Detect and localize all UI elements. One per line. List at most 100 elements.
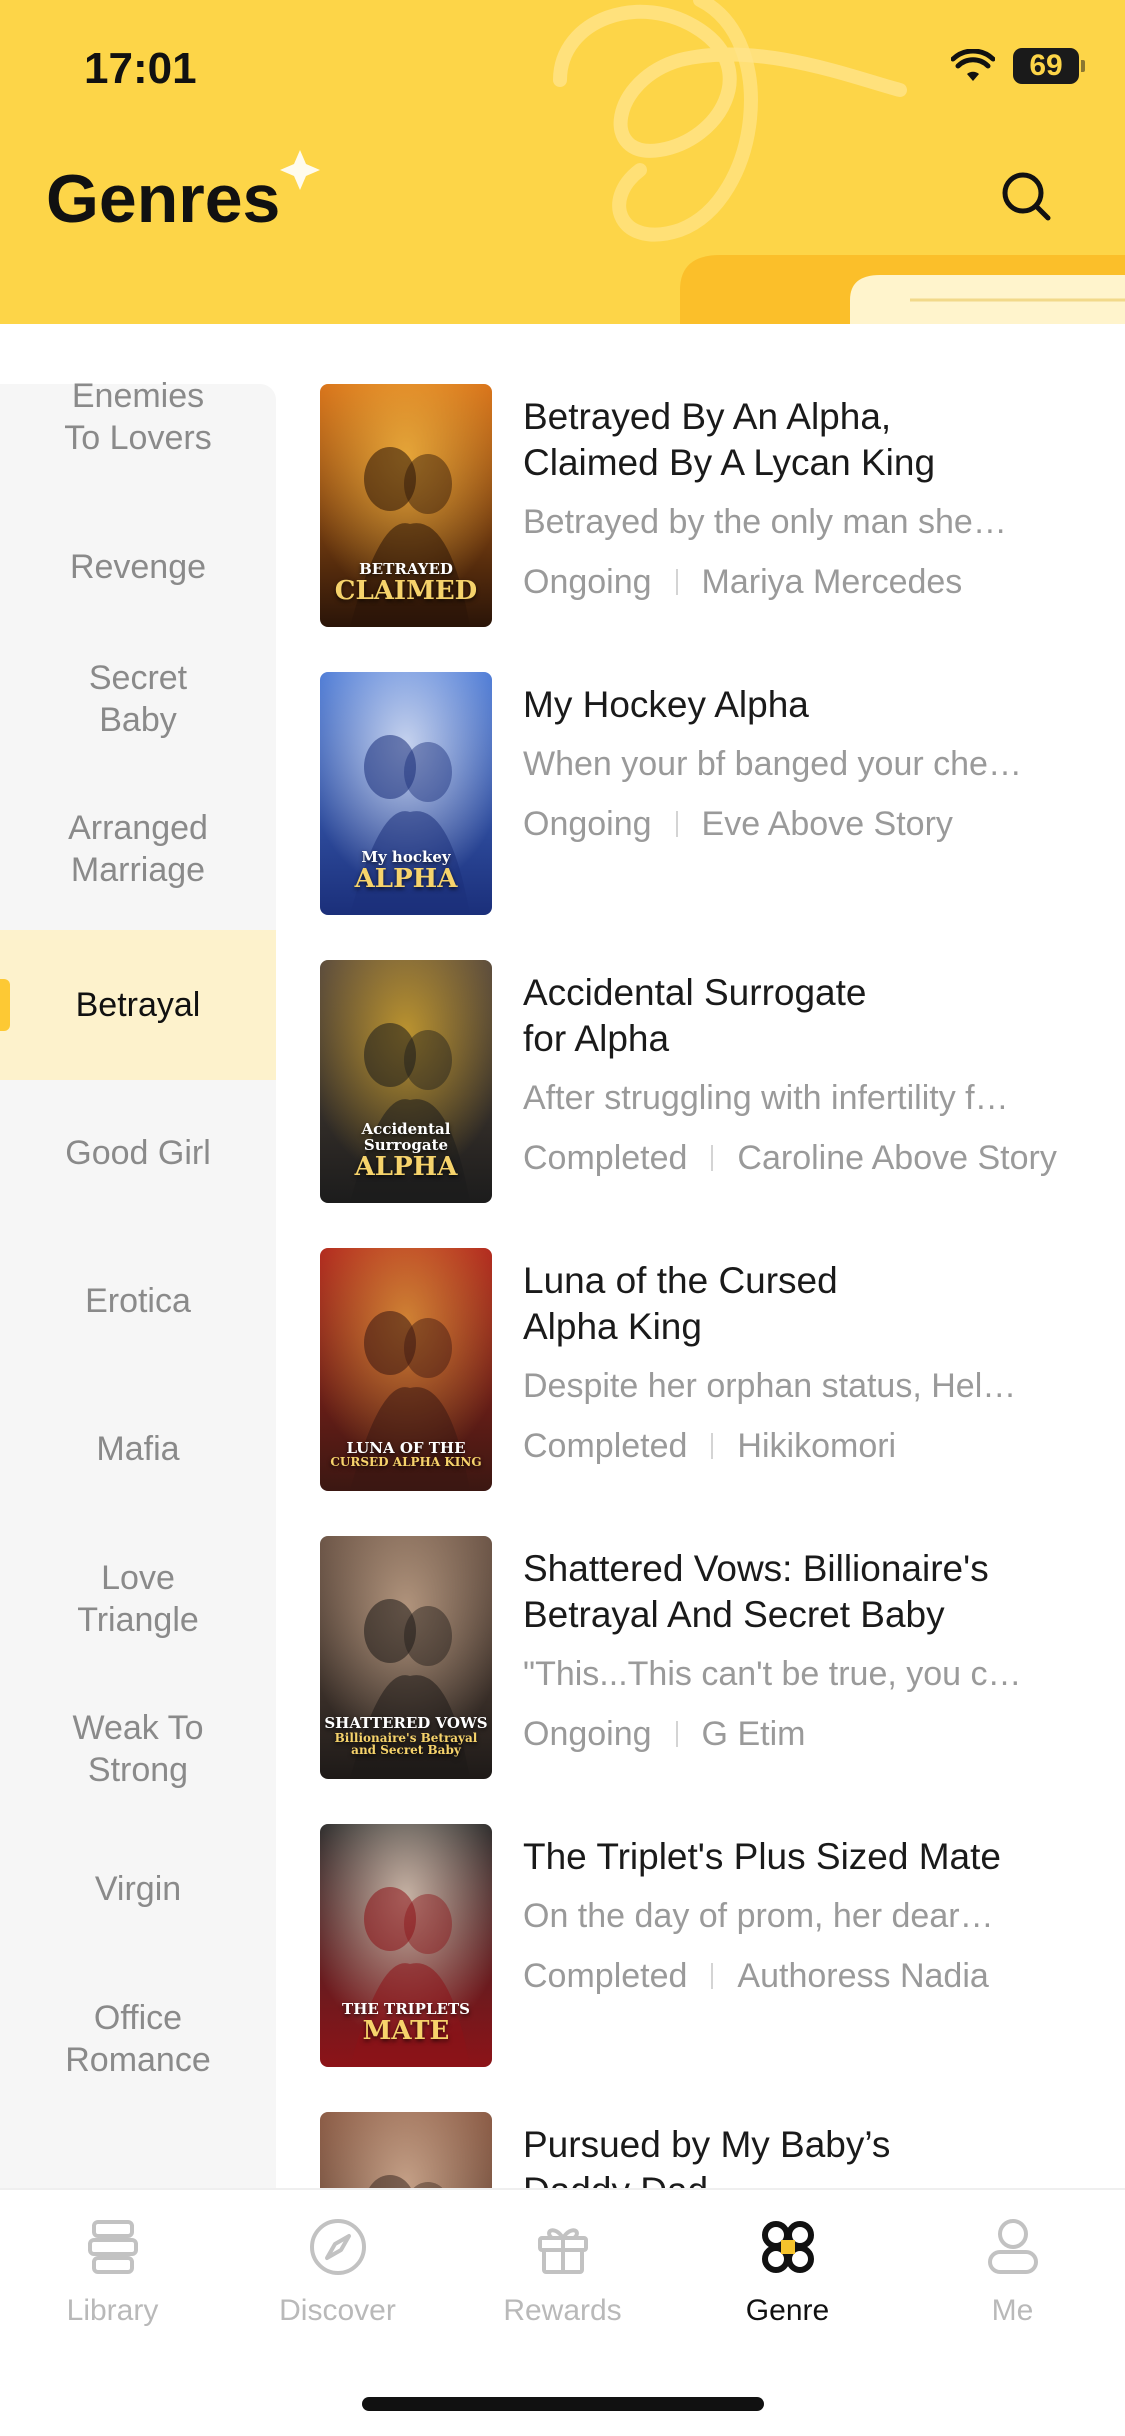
tab-genre[interactable]: Genre [675, 2214, 900, 2344]
profile-icon [987, 2219, 1038, 2274]
genre-item[interactable]: Enemies To Lovers [0, 342, 276, 492]
book-author: Eve Above Story [701, 805, 953, 843]
genre-item[interactable]: Revenge [0, 492, 276, 642]
genre-item[interactable]: Weak To Strong [0, 1674, 276, 1824]
book-info: My Hockey Alpha When your bf banged your … [523, 682, 1123, 846]
cover-title-line2: ALPHA [354, 1151, 458, 1182]
search-icon [1002, 172, 1051, 221]
genre-label: Arranged Marriage [68, 809, 208, 889]
book-title[interactable]: Betrayed By An Alpha, Claimed By A Lycan … [523, 394, 1123, 486]
book-description: On the day of prom, her dear… [523, 1897, 994, 1935]
book-item[interactable]: Pursued by My Baby’sDaddy Dad [320, 2112, 1120, 2190]
book-meta: Ongoing G Etim [523, 1712, 1123, 1756]
battery-level: 69 [1029, 49, 1063, 82]
book-item[interactable]: My hockey ALPHA My Hockey Alpha When your b… [320, 672, 1120, 932]
genre-label: Erotica [85, 1282, 191, 1320]
cover-title: THE TRIPLETS MATE [324, 2001, 488, 2046]
book-title[interactable]: The Triplet's Plus Sized Mate [523, 1834, 1123, 1880]
book-description: When your bf banged your che… [523, 745, 1022, 783]
book-title[interactable]: Shattered Vows: Billionaire's Betrayal An… [523, 1546, 1123, 1638]
book-meta: Completed Authoress Nadia [523, 1954, 1123, 1998]
genre-label: Weak To Strong [72, 1709, 204, 1789]
compass-icon [309, 2219, 366, 2275]
cover-title-line2: Billionaire's Betrayal and Secret Baby [334, 1730, 478, 1758]
genre-item[interactable]: Virgin [0, 1814, 276, 1964]
book-info: Pursued by My Baby’sDaddy Dad [523, 2122, 1123, 2190]
genre-label: Enemies To Lovers [64, 377, 212, 457]
tab-discover[interactable]: Discover [225, 2214, 450, 2344]
book-info: Shattered Vows: Billionaire's Betrayal An… [523, 1546, 1123, 1756]
tab-rewards[interactable]: Rewards [450, 2214, 675, 2344]
book-author: Mariya Mercedes [701, 563, 963, 601]
book-cover[interactable]: BETRAYED CLAIMED [320, 384, 492, 627]
genre-item[interactable]: Secret Baby [0, 624, 276, 774]
battery-icon: 69 [1013, 48, 1085, 84]
cover-title: BETRAYED CLAIMED [324, 561, 488, 606]
book-meta: Ongoing Eve Above Story [523, 802, 1123, 846]
wifi-icon [951, 49, 995, 81]
tab-label: Library [66, 2294, 159, 2327]
book-item[interactable]: Accidental Surrogate ALPHA Accidental Surr… [320, 960, 1120, 1220]
gift-icon [537, 2228, 588, 2274]
book-cover[interactable]: My hockey ALPHA [320, 672, 492, 915]
book-item[interactable]: LUNA OF THE CURSED ALPHA KING Luna of the … [320, 1248, 1120, 1508]
book-cover[interactable]: Accidental Surrogate ALPHA [320, 960, 492, 1203]
book-title[interactable]: Luna of the Cursed Alpha King [523, 1258, 1123, 1350]
genre-label: Good Girl [65, 1134, 211, 1172]
search-button[interactable] [994, 164, 1058, 228]
cover-title-line2: MATE [362, 2015, 450, 2046]
book-status: Completed [523, 1957, 688, 1995]
tab-label: Rewards [503, 2294, 622, 2327]
book-author: Caroline Above Story [737, 1139, 1057, 1177]
book-cover[interactable] [320, 2112, 492, 2190]
book-status: Ongoing [523, 1715, 652, 1753]
genre-sidebar[interactable]: Enemies To Lovers Revenge Secret Baby Arrange… [0, 377, 276, 2190]
genre-item[interactable]: Love Triangle [0, 1524, 276, 1674]
genre-item[interactable]: Good Girl [0, 1078, 276, 1228]
book-title[interactable]: Accidental Surrogate for Alpha [523, 970, 1123, 1062]
genre-item[interactable]: Erotica [0, 1226, 276, 1376]
tab-label: Discover [279, 2294, 396, 2327]
book-cover[interactable]: LUNA OF THE CURSED ALPHA KING [320, 1248, 492, 1491]
book-item[interactable]: SHATTERED VOWS Billionaire's Betrayal and… [320, 1536, 1120, 1796]
book-info: Luna of the Cursed Alpha King Despite her … [523, 1258, 1123, 1468]
header: 17:01 69 Genres [0, 0, 1125, 330]
book-cover[interactable]: SHATTERED VOWS Billionaire's Betrayal and… [320, 1536, 492, 1779]
library-icon [87, 2220, 138, 2274]
meta-divider [711, 1145, 714, 1171]
book-cover[interactable]: THE TRIPLETS MATE [320, 1824, 492, 2067]
genre-item[interactable]: Arranged Marriage [0, 774, 276, 924]
cover-title: SHATTERED VOWS Billionaire's Betrayal and… [324, 1715, 488, 1758]
cover-title-line2: CLAIMED [334, 575, 478, 606]
book-meta: Completed Hikikomori [523, 1424, 1123, 1468]
home-indicator [362, 2397, 764, 2411]
book-status: Completed [523, 1139, 688, 1177]
tab-me[interactable]: Me [900, 2214, 1125, 2344]
status-icons: 69 [951, 46, 1085, 86]
active-indicator [0, 979, 10, 1031]
book-item[interactable]: THE TRIPLETS MATE The Triplet's Plus Sized… [320, 1824, 1120, 2084]
genre-label: Love Triangle [77, 1559, 199, 1639]
book-author: Hikikomori [737, 1427, 897, 1465]
content-area: Enemies To Lovers Revenge Secret Baby Arrange… [0, 324, 1125, 2190]
meta-divider [711, 1433, 714, 1459]
genre-item[interactable]: Betrayal [0, 930, 276, 1080]
book-meta: Completed Caroline Above Story [523, 1136, 1123, 1180]
book-author: Authoress Nadia [737, 1957, 989, 1995]
book-title[interactable]: My Hockey Alpha [523, 682, 1123, 728]
book-description: "This...This can't be true, you c… [523, 1655, 1022, 1693]
genre-label: Betrayal [75, 986, 201, 1024]
status-time: 17:01 [84, 44, 197, 93]
book-title[interactable]: Pursued by My Baby’sDaddy Dad [523, 2122, 1123, 2190]
cover-title: My hockey ALPHA [324, 849, 488, 893]
book-meta: Ongoing Mariya Mercedes [523, 560, 1123, 604]
book-item[interactable]: BETRAYED CLAIMED Betrayed By An Alpha, Clai… [320, 384, 1120, 644]
tab-library[interactable]: Library [0, 2214, 225, 2344]
book-info: Accidental Surrogate for Alpha After strug… [523, 970, 1123, 1180]
genre-label: Revenge [69, 548, 207, 586]
genre-item[interactable]: Mafia [0, 1374, 276, 1524]
book-status: Ongoing [523, 563, 652, 601]
page-title: Genres [46, 161, 281, 237]
genre-item[interactable]: Office Romance [0, 1964, 276, 2114]
book-description: Despite her orphan status, Hel… [523, 1367, 1017, 1405]
